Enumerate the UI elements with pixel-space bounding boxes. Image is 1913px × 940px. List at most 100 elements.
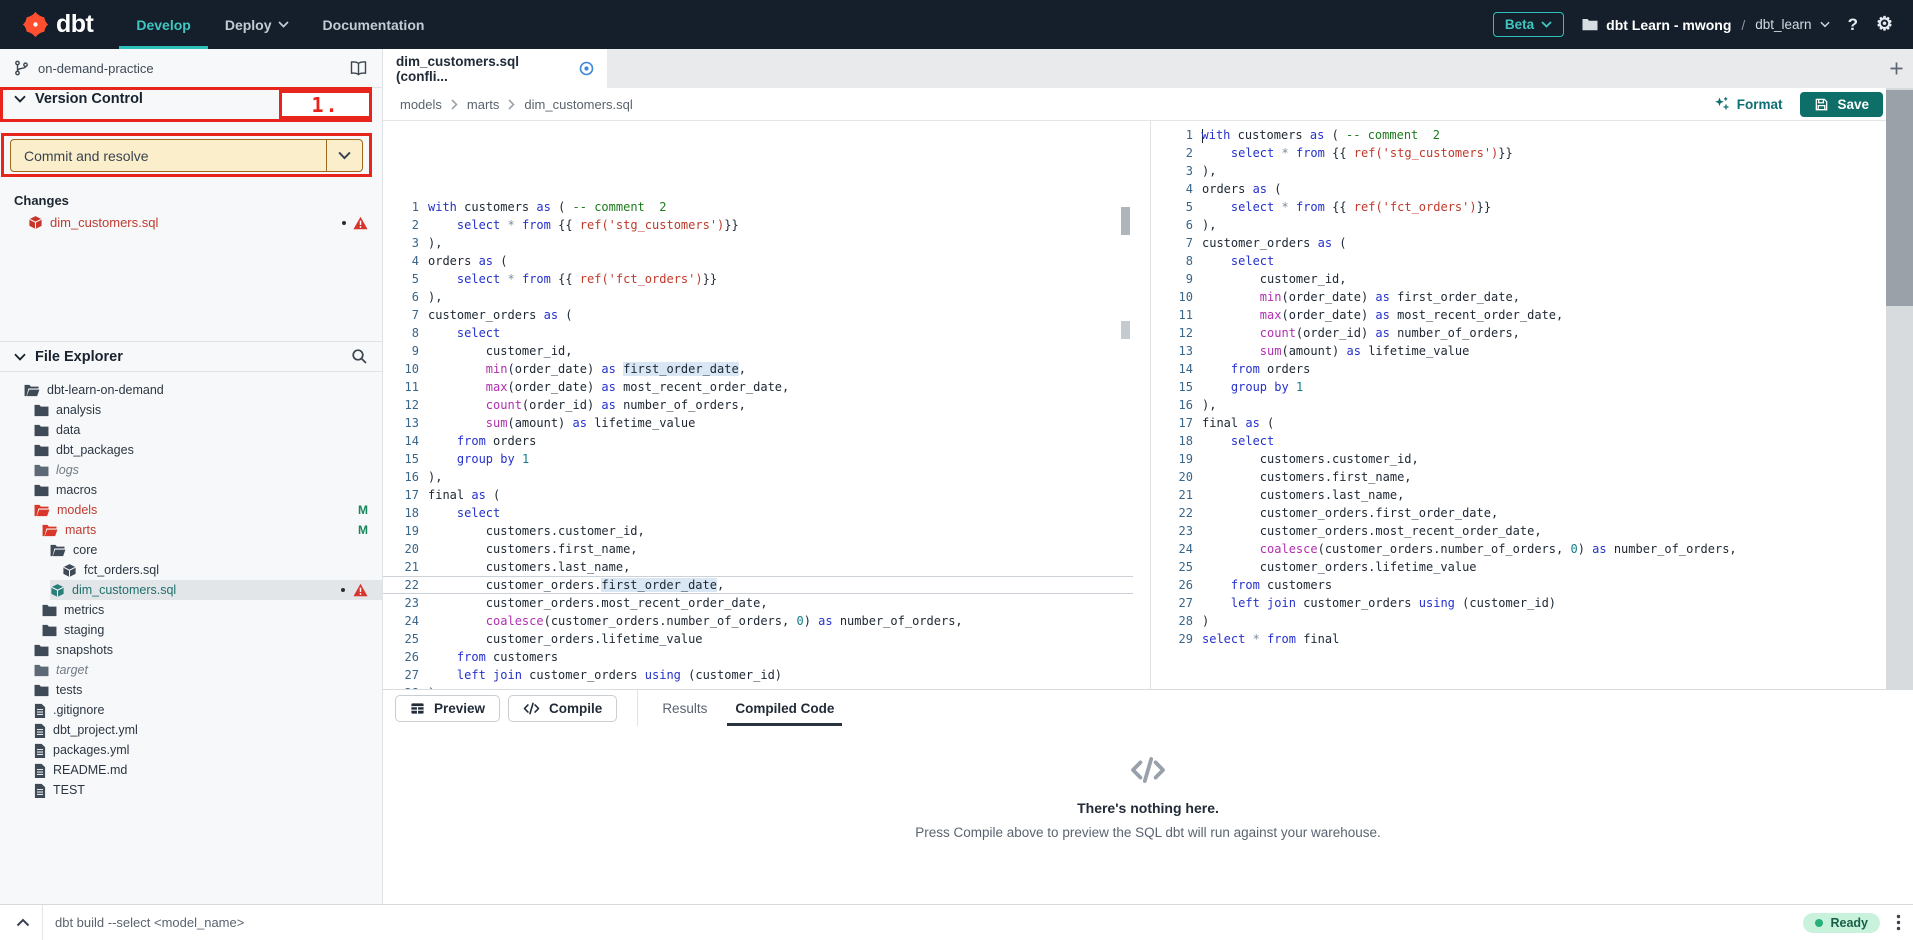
- nav-item-develop[interactable]: Develop: [119, 0, 207, 49]
- code-text: customers.last_name,: [1202, 486, 1913, 504]
- save-label: Save: [1837, 97, 1869, 112]
- dbt-cloud-ide: dbt DevelopDeployDocumentation Beta dbt …: [0, 0, 1913, 940]
- file-explorer-header[interactable]: File Explorer: [0, 341, 382, 372]
- changes-title: Changes: [14, 193, 69, 208]
- changed-file-row[interactable]: dim_customers.sql: [0, 211, 382, 234]
- nav-item-documentation[interactable]: Documentation: [306, 0, 442, 49]
- nav-item-deploy[interactable]: Deploy: [208, 0, 306, 49]
- code-token: ),: [428, 236, 442, 250]
- tree-item-staging[interactable]: staging: [0, 620, 382, 640]
- code-token: customers.customer_id,: [1202, 452, 1419, 466]
- tree-item-core[interactable]: core: [0, 540, 382, 560]
- code-token: as: [1318, 236, 1332, 250]
- code-token: ref('fct_orders'): [580, 272, 703, 286]
- code-token: [616, 362, 623, 376]
- code-token: left join: [1231, 596, 1296, 610]
- docs-book-icon[interactable]: [349, 60, 368, 77]
- tree-item-inner: core: [50, 540, 382, 560]
- code-token: customer_orders: [428, 308, 544, 322]
- code-token: select: [457, 218, 500, 232]
- account-switcher[interactable]: dbt Learn - mwong / dbt_learn: [1582, 17, 1829, 33]
- settings-gear-button[interactable]: ⚙: [1876, 15, 1893, 34]
- tree-item-marts[interactable]: martsM: [0, 520, 382, 540]
- breadcrumb-segment[interactable]: dim_customers.sql: [524, 97, 632, 112]
- commit-dropdown-toggle[interactable]: [326, 140, 362, 171]
- breadcrumb-segment[interactable]: models: [400, 97, 442, 112]
- editor-tab-dim-customers[interactable]: dim_customers.sql (confli...: [383, 49, 607, 88]
- tree-item-readme-md[interactable]: README.md: [0, 760, 382, 780]
- compile-button[interactable]: Compile: [508, 695, 617, 722]
- tree-item-macros[interactable]: macros: [0, 480, 382, 500]
- scrollbar-thumb[interactable]: [1886, 90, 1913, 306]
- tree-item-dbt-learn-on-demand[interactable]: dbt-learn-on-demand: [0, 380, 382, 400]
- help-button[interactable]: ?: [1848, 16, 1858, 33]
- new-tab-button[interactable]: [1889, 61, 1904, 76]
- tree-item-metrics[interactable]: metrics: [0, 600, 382, 620]
- tree-item-label: macros: [56, 483, 97, 497]
- code-token: ref('fct_orders'): [1354, 200, 1477, 214]
- code-token: customer_orders.: [428, 578, 601, 592]
- code-text: count(order_id) as number_of_orders,: [428, 396, 1133, 414]
- tree-item-models[interactable]: modelsM: [0, 500, 382, 520]
- code-line: 18 select: [1157, 432, 1913, 450]
- commit-and-resolve-button[interactable]: Commit and resolve: [10, 139, 363, 172]
- tree-item--gitignore[interactable]: .gitignore: [0, 700, 382, 720]
- line-number: 24: [383, 612, 428, 630]
- tree-item-logs[interactable]: logs: [0, 460, 382, 480]
- preview-button[interactable]: Preview: [395, 695, 500, 722]
- tree-item-dim-customers-sql[interactable]: dim_customers.sql: [0, 580, 382, 600]
- code-token: [1202, 434, 1231, 448]
- folder-icon: [34, 424, 49, 437]
- tree-item-tests[interactable]: tests: [0, 680, 382, 700]
- git-branch-row[interactable]: on-demand-practice: [0, 49, 382, 88]
- code-token: most_recent_order_date,: [1390, 308, 1563, 322]
- breadcrumb-segment[interactable]: marts: [467, 97, 500, 112]
- tree-item-inner: staging: [42, 620, 382, 640]
- tree-item-test[interactable]: TEST: [0, 780, 382, 800]
- chevron-up-icon[interactable]: [10, 918, 36, 927]
- code-token: lifetime_value: [1361, 344, 1469, 358]
- code-token: select: [1231, 434, 1274, 448]
- tree-item-analysis[interactable]: analysis: [0, 400, 382, 420]
- format-button[interactable]: Format: [1714, 96, 1783, 112]
- code-text: ),: [428, 234, 1133, 252]
- dbt-logo[interactable]: dbt: [0, 0, 119, 49]
- editor-scrollbar[interactable]: [1886, 88, 1913, 689]
- line-number: 26: [1157, 576, 1202, 594]
- code-token: count: [486, 398, 522, 412]
- results-tab-compiled-code[interactable]: Compiled Code: [721, 690, 848, 726]
- tree-item-inner: dbt_project.yml: [34, 720, 382, 740]
- kebab-menu-button[interactable]: [1896, 914, 1901, 931]
- command-input[interactable]: dbt build --select <model_name>: [55, 915, 244, 930]
- results-tab-results[interactable]: Results: [648, 690, 721, 726]
- tree-item-target[interactable]: target: [0, 660, 382, 680]
- line-number: 6: [383, 288, 428, 306]
- line-number: 11: [1157, 306, 1202, 324]
- ready-label: Ready: [1830, 916, 1868, 930]
- editor-pane-left[interactable]: 1with customers as ( -- comment 22 selec…: [383, 121, 1133, 689]
- code-line: 24 coalesce(customer_orders.number_of_or…: [1157, 540, 1913, 558]
- file-tree: dbt-learn-on-demandanalysisdatadbt_packa…: [0, 380, 382, 904]
- save-button[interactable]: Save: [1800, 92, 1883, 117]
- code-token: [500, 218, 507, 232]
- line-number: 21: [1157, 486, 1202, 504]
- search-icon[interactable]: [351, 348, 368, 365]
- code-token: customer_orders.most_recent_order_date,: [1202, 524, 1542, 538]
- tree-item-dbt-project-yml[interactable]: dbt_project.yml: [0, 720, 382, 740]
- code-token: customers: [1230, 128, 1309, 142]
- line-number: 16: [383, 468, 428, 486]
- editor-pane-right[interactable]: 1with customers as ( -- comment 22 selec…: [1157, 121, 1913, 689]
- beta-dropdown[interactable]: Beta: [1493, 12, 1564, 37]
- modified-badge: M: [358, 503, 368, 517]
- code-token: [428, 272, 457, 286]
- tree-item-dbt-packages[interactable]: dbt_packages: [0, 440, 382, 460]
- tree-item-snapshots[interactable]: snapshots: [0, 640, 382, 660]
- code-text: select * from {{ ref('stg_customers')}}: [428, 216, 1133, 234]
- tree-item-data[interactable]: data: [0, 420, 382, 440]
- line-number: 24: [1157, 540, 1202, 558]
- split-divider: [1133, 121, 1157, 689]
- tree-item-packages-yml[interactable]: packages.yml: [0, 740, 382, 760]
- version-control-header[interactable]: Version Control: [14, 91, 143, 107]
- tree-item-fct-orders-sql[interactable]: fct_orders.sql: [0, 560, 382, 580]
- line-number: 23: [383, 594, 428, 612]
